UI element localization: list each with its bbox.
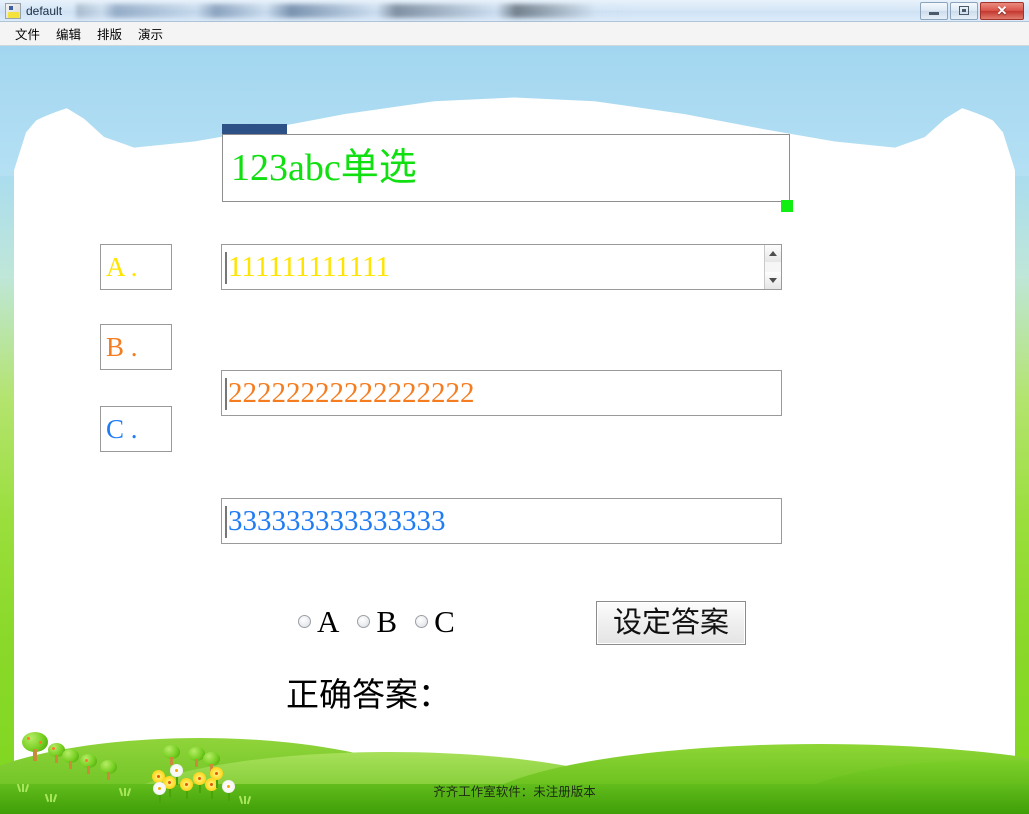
option-a-content: 111111111111 bbox=[228, 250, 391, 283]
question-title-textbox[interactable]: 123abc单选 bbox=[222, 134, 790, 202]
close-icon: ✕ bbox=[996, 3, 1008, 18]
window-titlebar[interactable]: default ✕ bbox=[0, 0, 1029, 22]
option-a-scrollbar[interactable] bbox=[764, 245, 781, 289]
tree-icon bbox=[80, 754, 97, 775]
set-answer-button[interactable]: 设定答案 bbox=[596, 601, 746, 645]
radio-answer-a[interactable]: A bbox=[298, 606, 339, 637]
scrollbar-track[interactable] bbox=[765, 262, 781, 272]
option-b-content-box[interactable]: 22222222222222222 bbox=[221, 370, 782, 416]
option-c-label-box[interactable]: C . bbox=[100, 406, 172, 452]
maximize-icon bbox=[959, 6, 969, 15]
option-c-content-box[interactable]: 333333333333333 bbox=[221, 498, 782, 544]
resize-handle[interactable] bbox=[781, 200, 793, 212]
application-window: default ✕ 文件 编辑 排版 演示 齐齐工作室软件：未注册版本 123a… bbox=[0, 0, 1029, 814]
option-a-label-box[interactable]: A . bbox=[100, 244, 172, 290]
menubar: 文件 编辑 排版 演示 bbox=[0, 22, 1029, 46]
app-icon bbox=[5, 2, 21, 19]
option-c-label: C . bbox=[106, 413, 138, 444]
window-title: default bbox=[26, 3, 63, 18]
question-title-text: 123abc单选 bbox=[231, 147, 417, 189]
menu-item-present[interactable]: 演示 bbox=[131, 21, 170, 46]
option-a-label: A . bbox=[106, 251, 138, 282]
option-b-label-box[interactable]: B . bbox=[100, 324, 172, 370]
tree-icon bbox=[62, 749, 79, 770]
tree-icon bbox=[22, 732, 48, 762]
radio-button-icon[interactable] bbox=[415, 615, 429, 628]
radio-answer-b[interactable]: B bbox=[357, 606, 397, 637]
option-a-content-box[interactable]: 111111111111 bbox=[221, 244, 782, 290]
set-answer-button-label: 设定答案 bbox=[612, 606, 729, 639]
close-button[interactable]: ✕ bbox=[980, 1, 1024, 20]
correct-answer-row: 正确答案： bbox=[286, 677, 451, 717]
option-c-content: 333333333333333 bbox=[228, 504, 446, 537]
footer-watermark: 齐齐工作室软件：未注册版本 bbox=[433, 785, 596, 799]
slide-canvas[interactable]: 齐齐工作室软件：未注册版本 123abc单选 A . 111111111111 … bbox=[0, 46, 1029, 814]
radio-answer-a-label: A bbox=[317, 604, 340, 639]
titlebar-redacted-text bbox=[76, 3, 911, 18]
radio-answer-b-label: B bbox=[376, 604, 398, 639]
window-controls: ✕ bbox=[919, 1, 1025, 20]
scroll-up-icon[interactable] bbox=[765, 245, 781, 262]
maximize-button[interactable] bbox=[950, 1, 978, 20]
scroll-down-icon[interactable] bbox=[765, 272, 781, 289]
tree-icon bbox=[100, 760, 117, 781]
minimize-icon bbox=[929, 12, 939, 15]
text-caret bbox=[225, 506, 227, 538]
text-caret bbox=[225, 378, 227, 410]
minimize-button[interactable] bbox=[920, 1, 948, 20]
radio-answer-c[interactable]: C bbox=[415, 606, 455, 637]
tree-icon bbox=[163, 745, 180, 766]
answer-radio-group: A B C bbox=[298, 606, 473, 637]
radio-answer-c-label: C bbox=[434, 604, 455, 639]
correct-answer-label: 正确答案： bbox=[286, 678, 451, 714]
option-b-content: 22222222222222222 bbox=[228, 376, 475, 409]
radio-button-icon[interactable] bbox=[298, 615, 311, 628]
menu-item-file[interactable]: 文件 bbox=[8, 21, 47, 46]
option-b-label: B . bbox=[106, 331, 138, 362]
menu-item-layout[interactable]: 排版 bbox=[90, 21, 129, 46]
text-caret bbox=[225, 252, 227, 284]
radio-button-icon[interactable] bbox=[357, 615, 371, 628]
menu-item-edit[interactable]: 编辑 bbox=[49, 21, 88, 46]
